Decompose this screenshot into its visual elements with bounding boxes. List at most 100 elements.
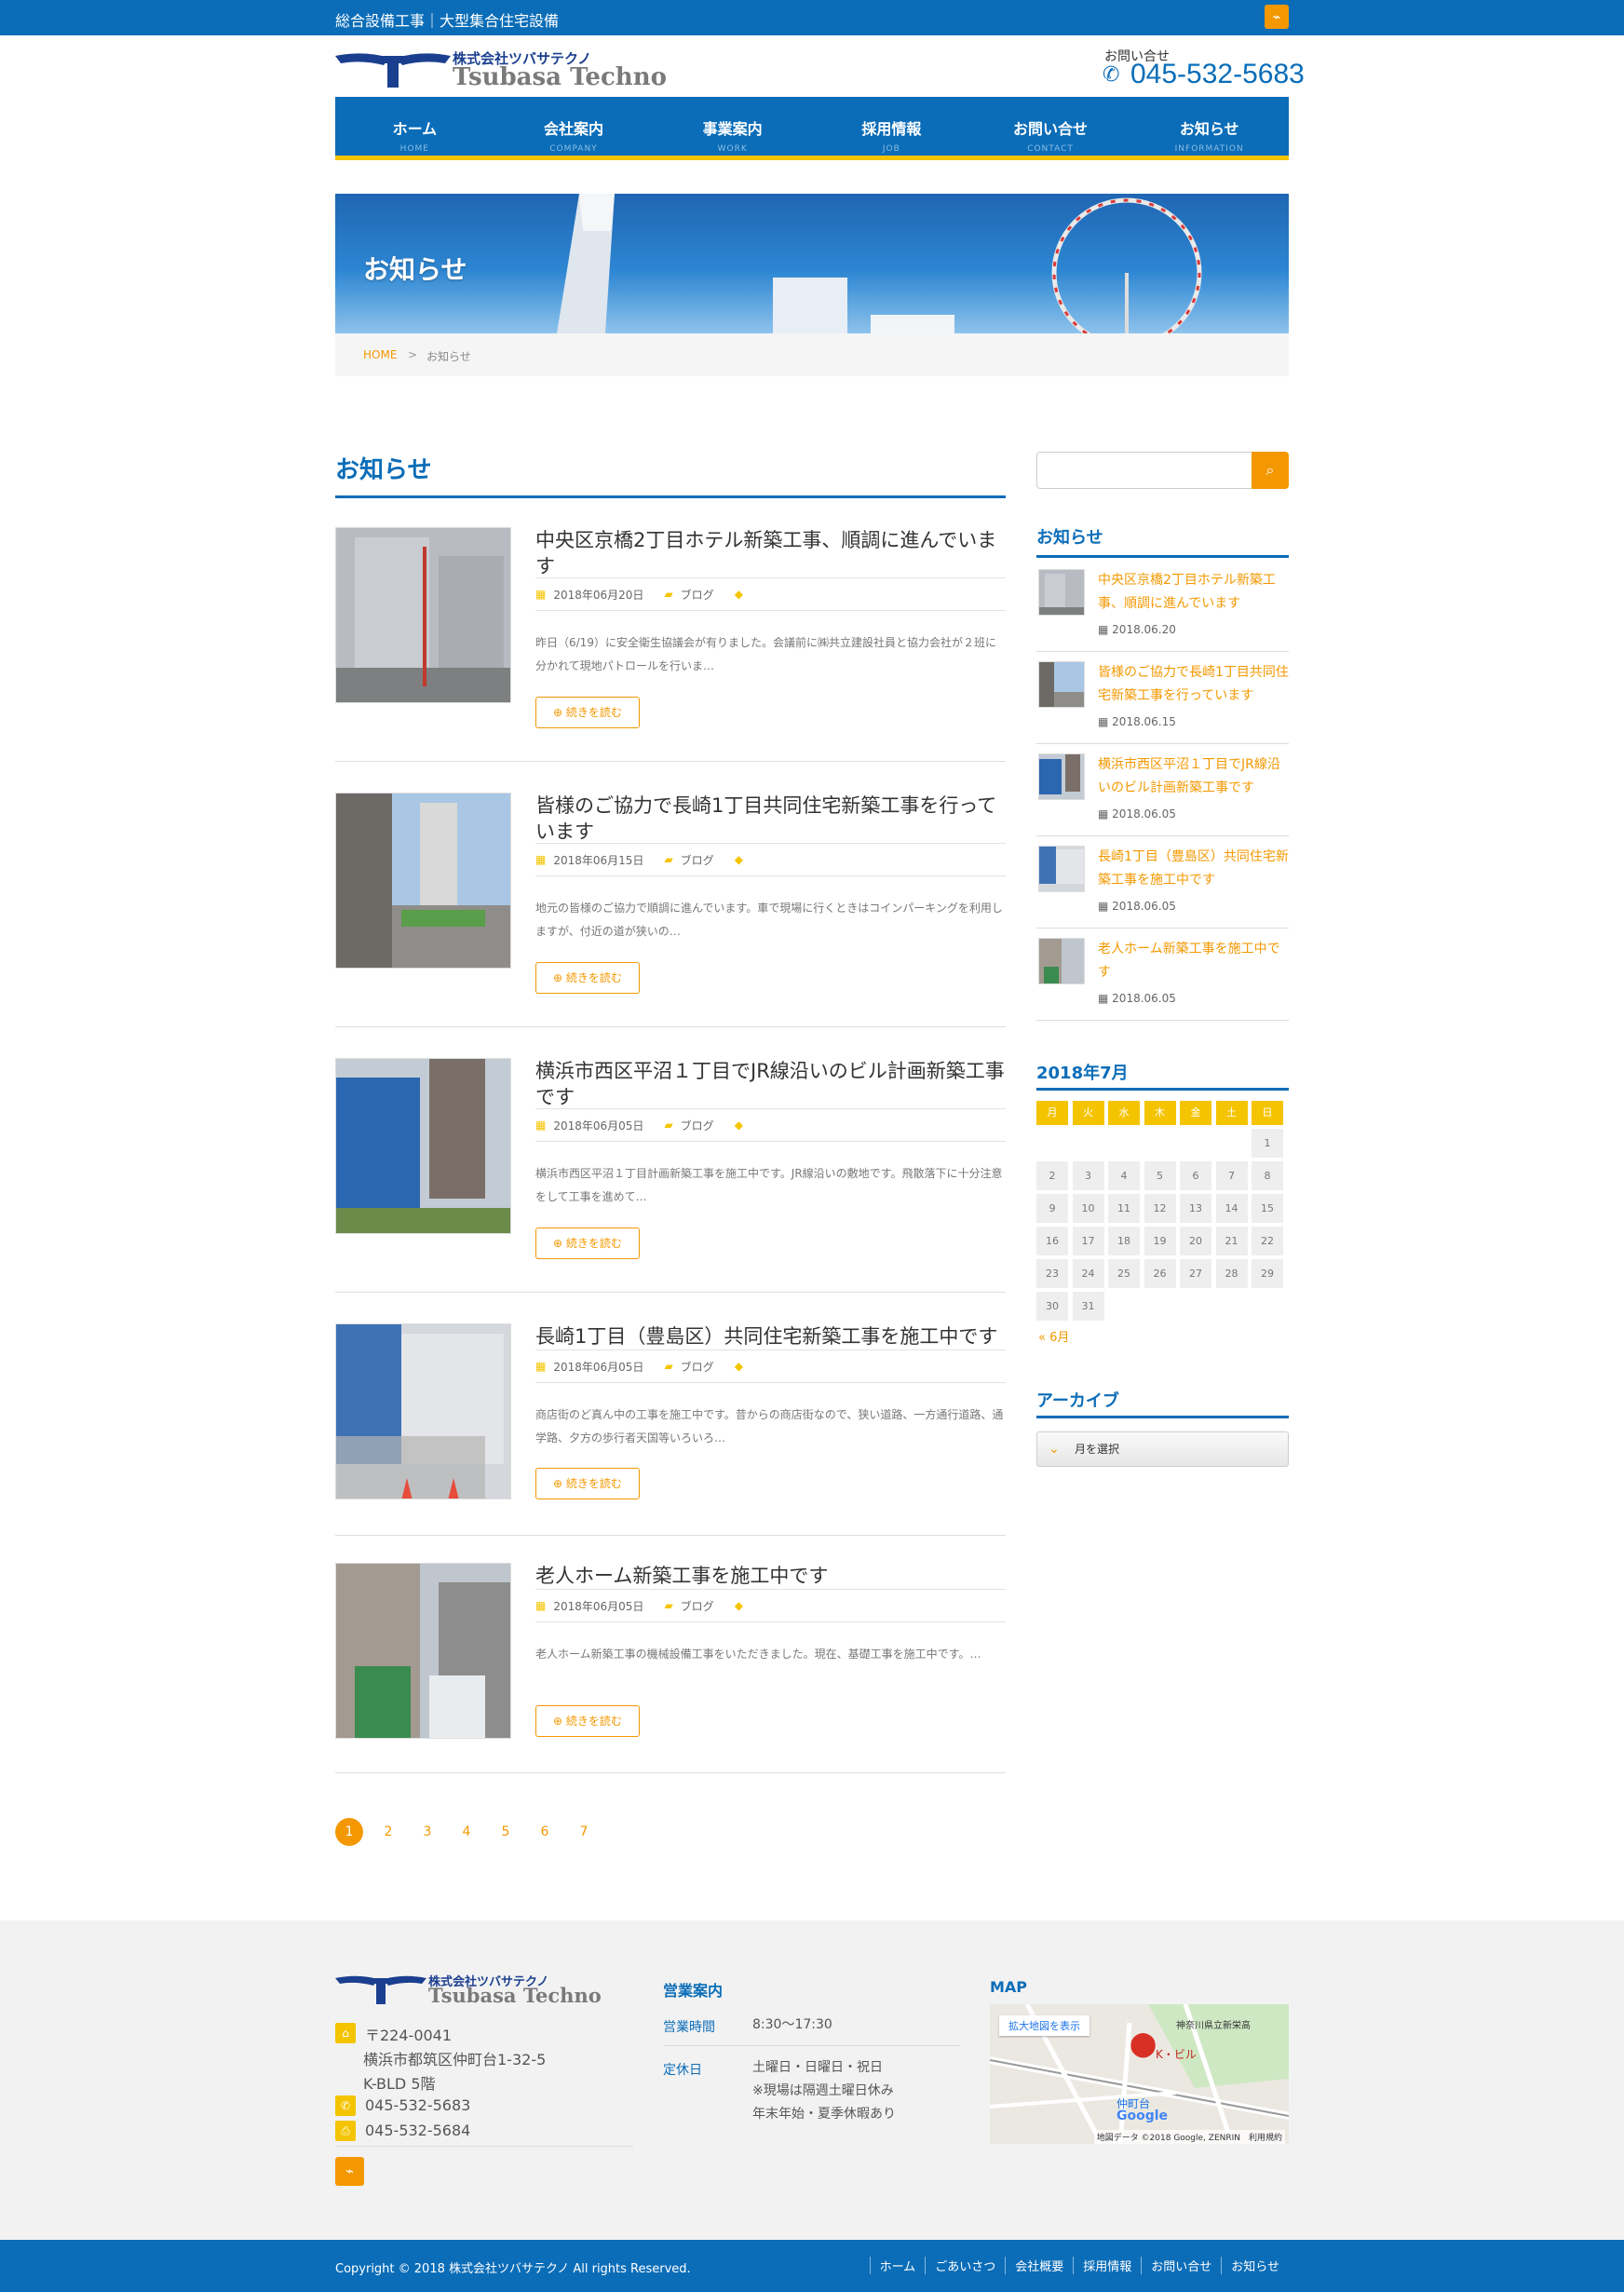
post-title[interactable]: 中央区京橋2丁目ホテル新築工事、順調に進んでいます: [535, 527, 1006, 579]
footer-holiday-line: 土曜日・日曜日・祝日: [752, 2060, 883, 2075]
calendar-day: 28: [1215, 1259, 1248, 1288]
nav-work[interactable]: 事業案内 WORK: [653, 97, 812, 156]
nav-contact[interactable]: お問い合せ CONTACT: [971, 97, 1130, 156]
post-date: 2018年06月15日: [553, 853, 644, 867]
footer-nav-home[interactable]: ホーム: [869, 2257, 926, 2274]
breadcrumb-current: お知らせ: [426, 350, 471, 363]
post-title[interactable]: 長崎1丁目（豊島区）共同住宅新築工事を施工中です: [535, 1323, 1006, 1349]
sidebar-news-item[interactable]: 中央区京橋2丁目ホテル新築工事、順調に進んでいます ▦ 2018.06.20: [1036, 560, 1289, 652]
footer-nav-greeting[interactable]: ごあいさつ: [925, 2257, 1005, 2274]
read-more-button[interactable]: ⊕ 続きを読む: [535, 697, 640, 728]
sidebar-news-link[interactable]: 皆様のご協力で長崎1丁目共同住宅新築工事を行っています: [1098, 661, 1289, 708]
post-category[interactable]: ブログ: [681, 1118, 714, 1133]
footer-tel[interactable]: 045-532-5683: [365, 2096, 470, 2114]
sidebar-news-link[interactable]: 長崎1丁目（豊島区）共同住宅新築工事を施工中です: [1098, 846, 1289, 892]
footer-logo[interactable]: 株式会社ツバサテクノ Tsubasa Techno: [335, 1972, 615, 2009]
post-thumbnail[interactable]: [335, 1323, 511, 1499]
calendar-icon: ▦: [1098, 807, 1109, 821]
footer-nav-contact[interactable]: お問い合せ: [1141, 2257, 1221, 2274]
search-button[interactable]: ⌕: [1252, 452, 1289, 489]
post-date: 2018年06月20日: [553, 588, 644, 602]
calendar-day: 3: [1072, 1161, 1104, 1190]
calendar-weekday: 日: [1252, 1101, 1283, 1125]
nav-job[interactable]: 採用情報 JOB: [812, 97, 971, 156]
logo-company-en: Tsubasa Techno: [453, 63, 667, 91]
map-enlarge-link[interactable]: 拡大地図を表示: [999, 2015, 1089, 2036]
post-thumbnail[interactable]: [335, 793, 511, 969]
calendar-day: 11: [1108, 1194, 1140, 1223]
rss-icon[interactable]: ⌁: [335, 2157, 364, 2186]
calendar-weekday: 火: [1072, 1101, 1104, 1125]
folder-icon: ▰: [664, 1360, 673, 1373]
calendar-day: 23: [1036, 1259, 1068, 1288]
sidebar-news-thumbnail[interactable]: [1038, 661, 1085, 708]
footer-nav-company[interactable]: 会社概要: [1005, 2257, 1073, 2274]
calendar-title: 2018年7月: [1036, 1064, 1129, 1083]
sidebar-news-thumbnail[interactable]: [1038, 938, 1085, 984]
post-category[interactable]: ブログ: [681, 852, 714, 868]
post-category[interactable]: ブログ: [681, 1359, 714, 1375]
post-date: 2018年06月05日: [553, 1119, 644, 1132]
post-title[interactable]: 老人ホーム新築工事を施工中です: [535, 1563, 1006, 1589]
read-more-button[interactable]: ⊕ 続きを読む: [535, 962, 640, 994]
calendar-weekday: 金: [1180, 1101, 1211, 1125]
archive-select-value: 月を選択: [1075, 1443, 1120, 1456]
sidebar-news-thumbnail[interactable]: [1038, 753, 1085, 800]
calendar-grid: 月 火 水 木 金 土 日 1 2 3 4 5 6 7 8 9 10 11 12 13 14 15 16 17 1…: [1036, 1101, 1289, 1321]
calendar-day: 18: [1108, 1227, 1140, 1255]
read-more-button[interactable]: ⊕ 続きを読む: [535, 1705, 640, 1737]
calendar-day: 26: [1144, 1259, 1176, 1288]
sidebar-news-underline: [1036, 555, 1289, 558]
post-thumbnail[interactable]: [335, 1563, 511, 1739]
archive-select[interactable]: ⌄ 月を選択: [1036, 1431, 1289, 1467]
post-title[interactable]: 横浜市西区平沼１丁目でJR線沿いのビル計画新築工事です: [535, 1058, 1006, 1110]
sidebar-news-link[interactable]: 老人ホーム新築工事を施工中です: [1098, 938, 1289, 984]
sidebar-news-thumbnail[interactable]: [1038, 846, 1085, 892]
nav-company[interactable]: 会社案内 COMPANY: [494, 97, 654, 156]
calendar-icon: ▦: [1098, 992, 1109, 1005]
post-category[interactable]: ブログ: [681, 1598, 714, 1614]
site-logo[interactable]: 株式会社ツバサテクノ Tsubasa Techno: [335, 48, 689, 95]
search-input[interactable]: [1036, 452, 1252, 489]
page-link[interactable]: 2: [374, 1818, 402, 1846]
nav-home[interactable]: ホーム HOME: [335, 97, 494, 156]
footer-holiday-line: 年末年始・夏季休暇あり: [752, 2107, 896, 2122]
tag-icon: ◆: [734, 1599, 743, 1612]
sidebar-news-link[interactable]: 横浜市西区平沼１丁目でJR線沿いのビル計画新築工事です: [1098, 753, 1289, 800]
post-title[interactable]: 皆様のご協力で長崎1丁目共同住宅新築工事を行っています: [535, 793, 1006, 845]
header-phone[interactable]: 045-532-5683: [1130, 59, 1305, 90]
breadcrumb-home[interactable]: HOME: [363, 348, 397, 361]
calendar-empty-cell: [1216, 1129, 1248, 1158]
copyright-text: Copyright © 2018 株式会社ツバサテクノ All rights R…: [335, 2262, 691, 2276]
pagination: 1 2 3 4 5 6 7: [335, 1818, 598, 1846]
calendar-day: 9: [1036, 1194, 1068, 1223]
sidebar-news-link[interactable]: 中央区京橋2丁目ホテル新築工事、順調に進んでいます: [1098, 569, 1289, 616]
sidebar-news-thumbnail[interactable]: [1038, 569, 1085, 616]
footer-nav-information[interactable]: お知らせ: [1221, 2257, 1289, 2274]
sidebar-news-item[interactable]: 横浜市西区平沼１丁目でJR線沿いのビル計画新築工事です ▦ 2018.06.05: [1036, 744, 1289, 836]
page-link[interactable]: 7: [570, 1818, 598, 1846]
post-thumbnail[interactable]: [335, 1058, 511, 1234]
sidebar-news-item[interactable]: 皆様のご協力で長崎1丁目共同住宅新築工事を行っています ▦ 2018.06.15: [1036, 652, 1289, 744]
footer-nav: ホーム ごあいさつ 会社概要 採用情報 お問い合せ お知らせ: [869, 2257, 1289, 2274]
page-link[interactable]: 6: [531, 1818, 559, 1846]
page-link[interactable]: 3: [413, 1818, 441, 1846]
sidebar-news-item[interactable]: 老人ホーム新築工事を施工中です ▦ 2018.06.05: [1036, 929, 1289, 1021]
nav-information[interactable]: お知らせ INFORMATION: [1130, 97, 1289, 156]
hero-title: お知らせ: [363, 254, 467, 285]
sidebar-news-item[interactable]: 長崎1丁目（豊島区）共同住宅新築工事を施工中です ▦ 2018.06.05: [1036, 836, 1289, 929]
rss-icon[interactable]: ⌁: [1265, 5, 1289, 29]
post-category[interactable]: ブログ: [681, 587, 714, 603]
sidebar-news-date: ▦ 2018.06.05: [1098, 807, 1176, 821]
phone-icon: ✆: [335, 2095, 356, 2116]
read-more-button[interactable]: ⊕ 続きを読む: [535, 1227, 640, 1259]
page-link[interactable]: 4: [453, 1818, 480, 1846]
page-link-current[interactable]: 1: [335, 1818, 363, 1846]
footer-nav-job[interactable]: 採用情報: [1073, 2257, 1141, 2274]
page-link[interactable]: 5: [492, 1818, 520, 1846]
post-thumbnail[interactable]: [335, 527, 511, 703]
calendar-prev-link[interactable]: « 6月: [1038, 1327, 1069, 1345]
read-more-button[interactable]: ⊕ 続きを読む: [535, 1468, 640, 1499]
post-date: 2018年06月05日: [553, 1599, 644, 1613]
footer-map[interactable]: 拡大地図を表示 ⬤ K・ビル 神奈川県立新栄高 仲町台 Google 地図データ…: [990, 2004, 1289, 2144]
